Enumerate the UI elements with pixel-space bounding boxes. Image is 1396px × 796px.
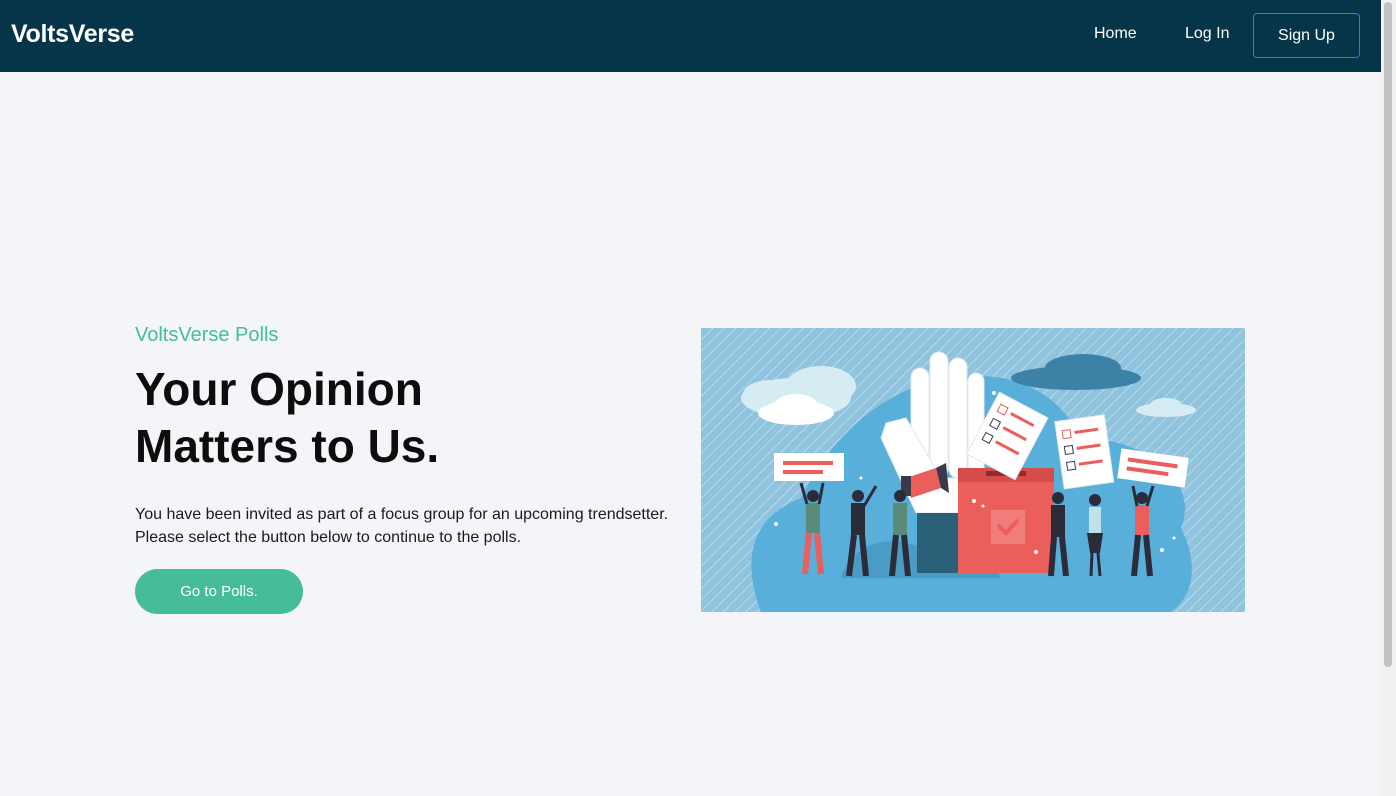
- description-line-2: Please select the button below to contin…: [135, 529, 522, 546]
- voting-illustration: [701, 328, 1245, 612]
- brand-logo[interactable]: VoltsVerse: [11, 20, 134, 49]
- hero-text: VoltsVerse Polls Your Opinion Matters to…: [135, 324, 695, 549]
- description-line-1: You have been invited as part of a focus…: [135, 506, 669, 523]
- go-to-polls-button[interactable]: Go to Polls.: [135, 569, 303, 614]
- hero-headline: Your Opinion Matters to Us.: [135, 361, 695, 475]
- headline-line-2: Matters to Us.: [135, 420, 440, 472]
- ballot-box: [958, 468, 1054, 573]
- sign-left: [774, 453, 844, 481]
- hero-eyebrow: VoltsVerse Polls: [135, 324, 279, 346]
- page: VoltsVerse Home Log In Sign Up VoltsVers…: [0, 0, 1396, 796]
- hero-description: You have been invited as part of a focus…: [135, 503, 695, 549]
- scrollbar-thumb[interactable]: [1384, 2, 1392, 667]
- navbar: VoltsVerse Home Log In Sign Up: [0, 0, 1381, 72]
- nav-link-login[interactable]: Log In: [1185, 25, 1229, 43]
- nav-link-home[interactable]: Home: [1094, 25, 1137, 43]
- ballot-paper-2: [1054, 414, 1115, 490]
- scrollbar[interactable]: [1381, 0, 1396, 796]
- signup-button[interactable]: Sign Up: [1253, 13, 1360, 58]
- headline-line-1: Your Opinion: [135, 363, 423, 415]
